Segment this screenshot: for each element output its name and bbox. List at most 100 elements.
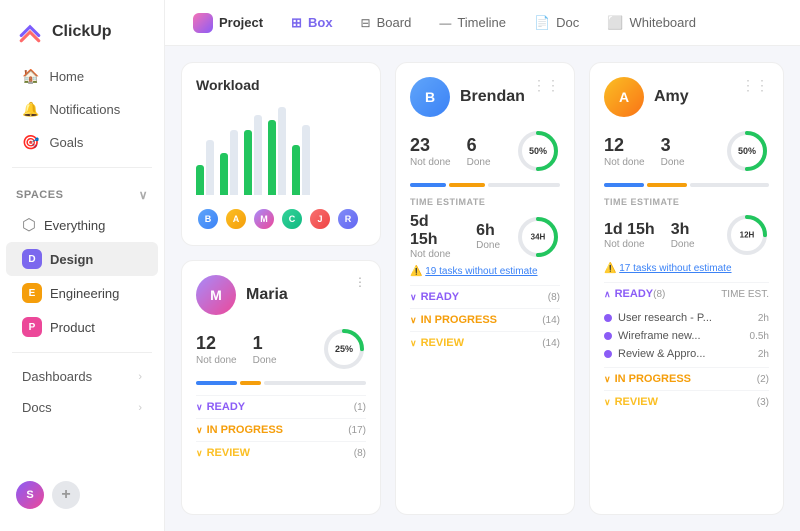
maria-percent-label: 25%: [335, 344, 353, 354]
seg-blue-maria: [196, 381, 237, 385]
amy-done-label: Done: [661, 157, 685, 168]
project-label: Project: [181, 7, 275, 39]
brendan-time-done: 6h Done: [476, 222, 500, 251]
sidebar-goals-label: Goals: [49, 135, 83, 150]
spaces-label: Spaces: [16, 189, 63, 201]
avatar-r: R: [336, 207, 360, 231]
amy-warning-link[interactable]: 17 tasks without estimate: [619, 263, 731, 274]
task-time-2: 0.5h: [750, 331, 769, 342]
amy-inprogress-section[interactable]: ∨ IN PROGRESS (2): [604, 367, 769, 390]
brendan-not-done-value: 23: [410, 135, 451, 156]
add-user-button[interactable]: +: [52, 481, 80, 509]
maria-ready-section[interactable]: ∨ READY (1): [196, 395, 366, 418]
sidebar-item-docs[interactable]: Docs ›: [6, 392, 158, 423]
brendan-time-circle: 34H: [516, 215, 560, 259]
sidebar-item-design[interactable]: D Design: [6, 242, 158, 276]
sidebar-item-home[interactable]: 🏠 Home: [6, 60, 158, 93]
maria-done-value: 1: [253, 333, 277, 354]
tab-box[interactable]: ⊞ Box: [279, 9, 344, 37]
sidebar-item-dashboards[interactable]: Dashboards ›: [6, 361, 158, 392]
engineering-dot: E: [22, 283, 42, 303]
amy-ready-section[interactable]: ∧ READY (8) TIME EST.: [604, 282, 769, 305]
chevron-down-ready-maria: ∨: [196, 402, 203, 413]
amy-review-label: ∨ REVIEW: [604, 396, 658, 408]
sidebar-home-label: Home: [49, 69, 84, 84]
spaces-header: Spaces ∨: [0, 176, 164, 206]
brendan-inprogress-count: (14): [542, 315, 560, 326]
sidebar-item-product[interactable]: P Product: [6, 310, 158, 344]
amy-name: Amy: [654, 88, 689, 106]
maria-avatar: M: [196, 275, 236, 315]
seg-yellow-amy: [647, 183, 687, 187]
amy-time-not-done-label: Not done: [604, 239, 655, 250]
amy-header: A Amy ⋮⋮: [604, 77, 769, 117]
task-dot-2: [604, 332, 612, 340]
chevron-down-review-maria: ∨: [196, 448, 203, 459]
amy-time-not-done: 1d 15h Not done: [604, 221, 655, 250]
brendan-inprogress-section[interactable]: ∨ IN PROGRESS (14): [410, 308, 560, 331]
sidebar-item-goals[interactable]: 🎯 Goals: [6, 126, 158, 159]
whiteboard-icon: ⬜: [607, 15, 623, 31]
brendan-ready-section[interactable]: ∨ READY (8): [410, 285, 560, 308]
brendan-review-section[interactable]: ∨ REVIEW (14): [410, 331, 560, 354]
tab-timeline[interactable]: — Timeline: [427, 9, 518, 36]
amy-not-done-label: Not done: [604, 157, 645, 168]
project-icon: [193, 13, 213, 33]
amy-inprogress-count: (2): [757, 374, 769, 385]
goals-icon: 🎯: [22, 134, 39, 151]
brendan-card: B Brendan ⋮⋮ 23 Not done 6 Done: [395, 62, 575, 515]
amy-time-done-val: 3h: [671, 221, 695, 239]
brendan-percent-label: 50%: [529, 146, 547, 156]
expand-maria-icon[interactable]: ⋮: [354, 275, 366, 289]
maria-card: M Maria ⋮ 12 Not done 1 Done: [181, 260, 381, 515]
task-dot-3: [604, 350, 612, 358]
maria-review-label: ∨ REVIEW: [196, 447, 250, 459]
maria-inprogress-count: (17): [348, 425, 366, 436]
task-row-2: Wireframe new... 0.5h: [604, 327, 769, 345]
amy-ready-count: (8): [653, 289, 665, 300]
workload-chart: [196, 105, 366, 195]
maria-review-section[interactable]: ∨ REVIEW (8): [196, 441, 366, 464]
seg-blue-brendan: [410, 183, 446, 187]
sidebar-item-notifications[interactable]: 🔔 Notifications: [6, 93, 158, 126]
brendan-time-done-val: 6h: [476, 222, 500, 240]
brendan-warning-link[interactable]: 19 tasks without estimate: [425, 266, 537, 277]
content-area: Workload: [165, 46, 800, 531]
amy-not-done-value: 12: [604, 135, 645, 156]
brendan-time-done-label: Done: [476, 240, 500, 251]
everything-icon: ⬡: [22, 215, 36, 235]
tab-timeline-label: Timeline: [457, 15, 506, 30]
brendan-header: B Brendan ⋮⋮: [410, 77, 560, 117]
brendan-not-done-label: Not done: [410, 157, 451, 168]
chevron-review-amy: ∨: [604, 397, 611, 408]
workload-avatars: B A M C J R: [196, 207, 366, 231]
amy-warning: ⚠️ 17 tasks without estimate: [604, 263, 769, 274]
amy-tasks-list: User research - P... 2h Wireframe new...…: [604, 305, 769, 367]
sidebar-item-engineering[interactable]: E Engineering: [6, 276, 158, 310]
amy-time-done: 3h Done: [671, 221, 695, 250]
brendan-stats: 23 Not done 6 Done 50%: [410, 129, 560, 173]
amy-done-stat: 3 Done: [661, 135, 685, 168]
tab-board[interactable]: ⊟ Board: [349, 9, 424, 36]
maria-inprogress-section[interactable]: ∨ IN PROGRESS (17): [196, 418, 366, 441]
tab-doc[interactable]: 📄 Doc: [522, 9, 591, 37]
maria-ready-count: (1): [354, 402, 366, 413]
seg-yellow-brendan: [449, 183, 485, 187]
user-avatar[interactable]: S: [16, 481, 44, 509]
design-label: Design: [50, 252, 93, 267]
box-icon: ⊞: [291, 15, 302, 31]
tab-whiteboard[interactable]: ⬜ Whiteboard: [595, 9, 708, 37]
avatar-c: C: [280, 207, 304, 231]
maria-inprogress-label: ∨ IN PROGRESS: [196, 424, 283, 436]
amy-review-section[interactable]: ∨ REVIEW (3): [604, 390, 769, 413]
bell-icon: 🔔: [22, 101, 39, 118]
brendan-not-done-stat: 23 Not done: [410, 135, 451, 168]
sidebar-item-everything[interactable]: ⬡ Everything: [6, 208, 158, 242]
bar-green-3: [244, 130, 252, 195]
amy-avatar: A: [604, 77, 644, 117]
expand-amy-icon[interactable]: ⋮⋮: [741, 77, 769, 94]
amy-time-circle-label: 12H: [740, 231, 755, 240]
expand-brendan-icon[interactable]: ⋮⋮: [532, 77, 560, 94]
maria-progress-bar: [196, 381, 366, 385]
board-icon: ⊟: [361, 16, 371, 30]
